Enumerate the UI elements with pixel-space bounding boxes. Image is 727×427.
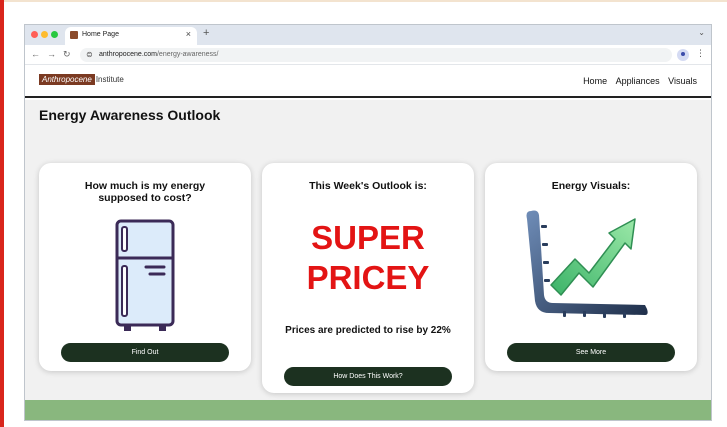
url-text: anthropocene.com/energy-awareness/ — [99, 51, 218, 58]
nav-appliances-link[interactable]: Appliances — [616, 76, 660, 86]
find-out-button[interactable]: Find Out — [61, 343, 229, 362]
outlook-line-2: PRICEY — [306, 259, 430, 296]
outlook-card: This Week's Outlook is: SUPER PRICEY Pri… — [262, 163, 474, 393]
energy-visuals-card: Energy Visuals: See More — [485, 163, 697, 371]
refrigerator-icon — [115, 219, 175, 331]
main-content: Energy Awareness Outlook How much is my … — [25, 100, 711, 400]
outlook-line-1: SUPER — [311, 219, 425, 256]
tab-home-page[interactable]: Home Page × — [65, 27, 197, 45]
url-path: /energy-awareness/ — [156, 51, 219, 58]
site-logo[interactable]: Anthropocene Institute — [39, 74, 124, 85]
minimize-window-button[interactable] — [41, 31, 48, 38]
see-more-button[interactable]: See More — [507, 343, 675, 362]
tab-close-icon[interactable]: × — [186, 29, 191, 39]
forward-arrow-icon[interactable]: → — [47, 49, 56, 59]
address-bar[interactable]: ⊜ anthropocene.com/energy-awareness/ — [80, 48, 672, 62]
favicon-icon — [70, 31, 78, 39]
url-host: anthropocene.com — [99, 51, 157, 58]
rising-chart-icon — [526, 210, 648, 318]
site-header: Anthropocene Institute Home Appliances Vi… — [25, 66, 711, 98]
energy-cost-title: How much is my energy supposed to cost? — [84, 180, 206, 204]
energy-cost-card: How much is my energy supposed to cost? … — [39, 163, 251, 371]
energy-visuals-title: Energy Visuals: — [551, 180, 631, 192]
reload-icon[interactable]: ↻ — [63, 49, 71, 60]
nav-home-link[interactable]: Home — [583, 76, 607, 86]
profile-avatar-icon[interactable] — [677, 49, 689, 61]
browser-menu-icon[interactable]: ⋮ — [696, 48, 705, 59]
back-arrow-icon[interactable]: ← — [31, 49, 40, 59]
site-info-icon[interactable]: ⊜ — [86, 50, 93, 59]
screenshot-frame: Home Page × + ⌄ ← → ↻ ⊜ anthropocene.com… — [0, 0, 727, 427]
red-edge — [0, 0, 4, 427]
nav-visuals-link[interactable]: Visuals — [668, 76, 697, 86]
logo-mark: Anthropocene — [39, 74, 95, 85]
top-edge — [0, 0, 727, 2]
site-nav: Home Appliances Visuals — [577, 76, 697, 86]
page-title: Energy Awareness Outlook — [39, 107, 221, 123]
outlook-title: This Week's Outlook is: — [309, 180, 427, 192]
footer-band — [25, 400, 711, 420]
maximize-window-button[interactable] — [51, 31, 58, 38]
how-does-this-work-button[interactable]: How Does This Work? — [284, 367, 452, 386]
browser-toolbar: ← → ↻ ⊜ anthropocene.com/energy-awarenes… — [25, 45, 711, 65]
logo-text: Institute — [95, 75, 124, 84]
close-window-button[interactable] — [31, 31, 38, 38]
new-tab-button[interactable]: + — [203, 27, 209, 39]
price-prediction-text: Prices are predicted to rise by 22% — [285, 325, 451, 336]
tab-title: Home Page — [82, 31, 119, 38]
tab-search-icon[interactable]: ⌄ — [698, 28, 705, 37]
tab-bar: Home Page × + ⌄ — [25, 25, 711, 45]
browser-window: Home Page × + ⌄ ← → ↻ ⊜ anthropocene.com… — [24, 24, 712, 421]
